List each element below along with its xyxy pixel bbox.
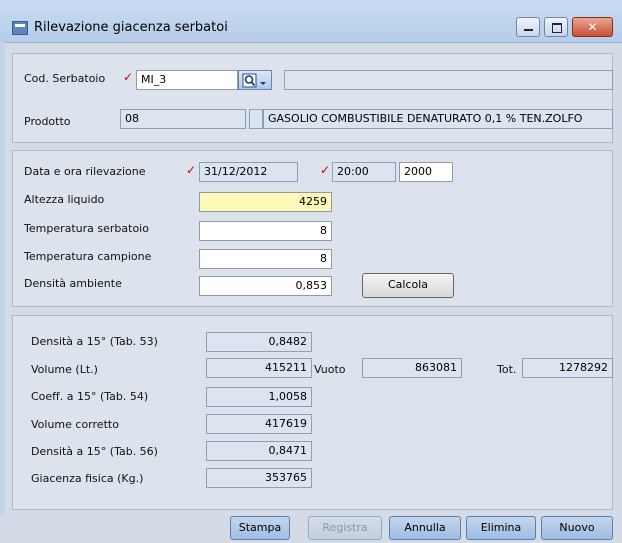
cod-serbatoio-description <box>284 70 613 90</box>
volume-value: 415211 <box>206 358 312 378</box>
window-frame <box>0 42 5 543</box>
temperatura-serbatoio-label: Temperatura serbatoio <box>24 222 149 235</box>
tot-value: 1278292 <box>522 358 613 378</box>
coeff-tab54-value: 1,0058 <box>206 387 312 407</box>
densita-ambiente-input[interactable]: 0,853 <box>199 276 332 296</box>
volume-corretto-value: 417619 <box>206 414 312 434</box>
ora-rilevazione-input[interactable]: 20:00 <box>332 162 396 182</box>
data-ora-label: Data e ora rilevazione <box>24 165 146 178</box>
giacenza-fisica-label: Giacenza fisica (Kg.) <box>31 472 144 485</box>
title-bar: Rilevazione giacenza serbatoi ✕ <box>0 0 622 43</box>
altezza-liquido-label: Altezza liquido <box>24 193 105 206</box>
elimina-button[interactable]: Elimina <box>466 516 536 540</box>
densita-tab56-label: Densità a 15° (Tab. 56) <box>31 445 158 458</box>
lookup-button[interactable] <box>238 70 272 90</box>
prodotto-label: Prodotto <box>24 115 71 128</box>
header-panel <box>12 53 613 143</box>
window-title: Rilevazione giacenza serbatoi <box>34 20 228 35</box>
annulla-button[interactable]: Annulla <box>389 516 461 540</box>
vuoto-label: Vuoto <box>314 363 346 376</box>
volume-corretto-label: Volume corretto <box>31 418 119 431</box>
required-check-icon: ✓ <box>320 163 331 177</box>
required-check-icon: ✓ <box>186 163 197 177</box>
altezza-liquido-input[interactable]: 4259 <box>199 192 332 212</box>
search-dropdown-icon <box>242 73 266 88</box>
densita-ambiente-label: Densità ambiente <box>24 277 122 290</box>
densita-tab53-label: Densità a 15° (Tab. 53) <box>31 335 158 348</box>
year-field[interactable]: 2000 <box>399 162 453 182</box>
prodotto-description-field: GASOLIO COMBUSTIBILE DENATURATO 0,1 % TE… <box>263 109 613 129</box>
required-check-icon: ✓ <box>123 70 134 84</box>
vuoto-value: 863081 <box>362 358 462 378</box>
maximize-button[interactable] <box>544 17 568 37</box>
minimize-button[interactable] <box>516 17 540 37</box>
tot-label: Tot. <box>497 363 517 376</box>
registra-button[interactable]: Registra <box>308 516 382 540</box>
cod-serbatoio-input[interactable]: MI_3 <box>136 70 238 90</box>
temperatura-campione-label: Temperatura campione <box>24 250 152 263</box>
calcola-button[interactable]: Calcola <box>362 273 454 298</box>
nuovo-button[interactable]: Nuovo <box>541 516 613 540</box>
prodotto-spacer-field <box>249 109 263 129</box>
densita-tab53-value: 0,8482 <box>206 332 312 352</box>
densita-tab56-value: 0,8471 <box>206 441 312 461</box>
temperatura-campione-input[interactable]: 8 <box>199 249 332 269</box>
volume-label: Volume (Lt.) <box>31 363 98 376</box>
cod-serbatoio-label: Cod. Serbatoio <box>24 72 106 85</box>
coeff-tab54-label: Coeff. a 15° (Tab. 54) <box>31 390 149 403</box>
giacenza-fisica-value: 353765 <box>206 468 312 488</box>
data-rilevazione-input[interactable]: 31/12/2012 <box>199 162 298 182</box>
window: Rilevazione giacenza serbatoi ✕ Cod. Ser… <box>0 0 622 543</box>
stampa-button[interactable]: Stampa <box>230 516 290 540</box>
temperatura-serbatoio-input[interactable]: 8 <box>199 221 332 241</box>
close-button[interactable]: ✕ <box>572 17 613 37</box>
prodotto-code-field: 08 <box>120 109 246 129</box>
app-icon <box>12 21 28 35</box>
